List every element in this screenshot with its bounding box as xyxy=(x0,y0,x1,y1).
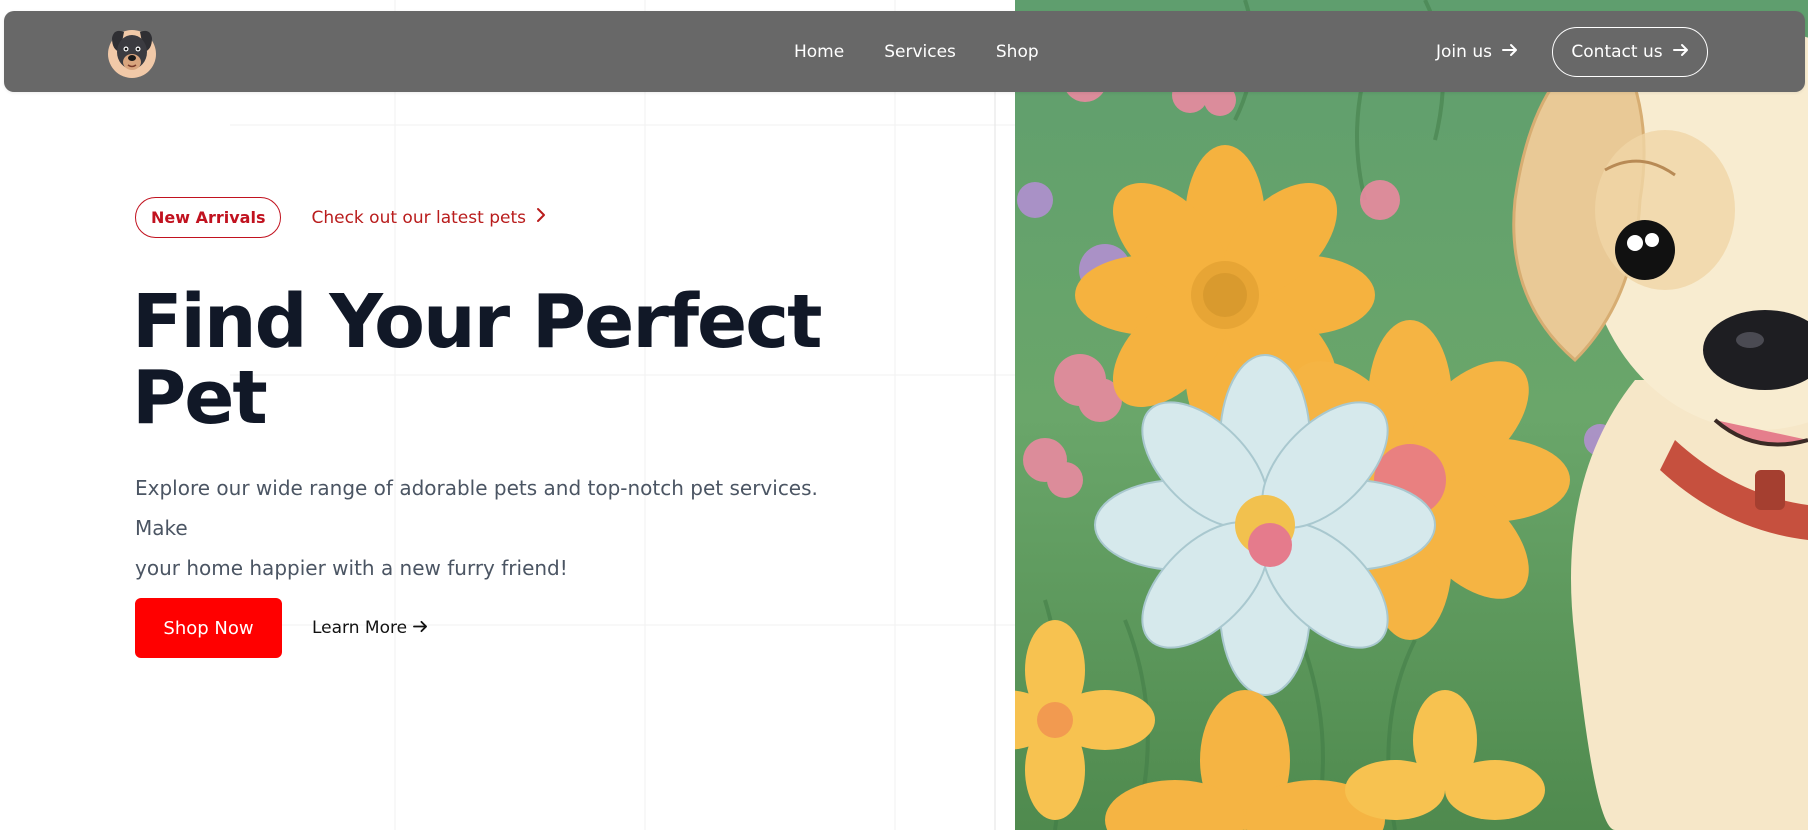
arrow-right-icon xyxy=(413,618,428,638)
join-us-label: Join us xyxy=(1436,41,1492,62)
puppy-in-flowers-illustration xyxy=(1015,0,1808,830)
hero-title-line-2: Pet xyxy=(132,355,268,441)
shop-now-button[interactable]: Shop Now xyxy=(135,598,282,658)
hero-cta-row: Shop Now Learn More xyxy=(135,598,428,658)
latest-pets-link[interactable]: Check out our latest pets xyxy=(311,207,545,228)
hero-description-line-2: your home happier with a new furry frien… xyxy=(135,556,568,580)
top-navbar: Home Services Shop Join us Contact us xyxy=(4,11,1805,92)
primary-nav: Home Services Shop xyxy=(794,11,1039,92)
new-arrivals-badge: New Arrivals xyxy=(135,197,282,238)
hero-description: Explore our wide range of adorable pets … xyxy=(135,468,875,588)
contact-us-label: Contact us xyxy=(1571,42,1663,62)
learn-more-link[interactable]: Learn More xyxy=(312,618,428,638)
arrow-right-icon xyxy=(1672,42,1689,62)
announcement-row: New Arrivals Check out our latest pets xyxy=(135,197,546,238)
join-us-link[interactable]: Join us xyxy=(1436,11,1518,92)
hero-title: Find Your Perfect Pet xyxy=(132,284,892,436)
chevron-right-icon xyxy=(536,207,546,228)
hero-description-line-1: Explore our wide range of adorable pets … xyxy=(135,476,818,540)
nav-link-services[interactable]: Services xyxy=(884,42,956,62)
nav-link-shop[interactable]: Shop xyxy=(996,42,1039,62)
arrow-right-icon xyxy=(1501,42,1518,62)
contact-us-button[interactable]: Contact us xyxy=(1552,27,1708,77)
latest-pets-label: Check out our latest pets xyxy=(311,207,526,228)
learn-more-label: Learn More xyxy=(312,618,408,638)
dog-logo-icon[interactable] xyxy=(104,24,160,80)
nav-link-home[interactable]: Home xyxy=(794,42,844,62)
hero-title-line-1: Find Your Perfect xyxy=(132,279,822,365)
